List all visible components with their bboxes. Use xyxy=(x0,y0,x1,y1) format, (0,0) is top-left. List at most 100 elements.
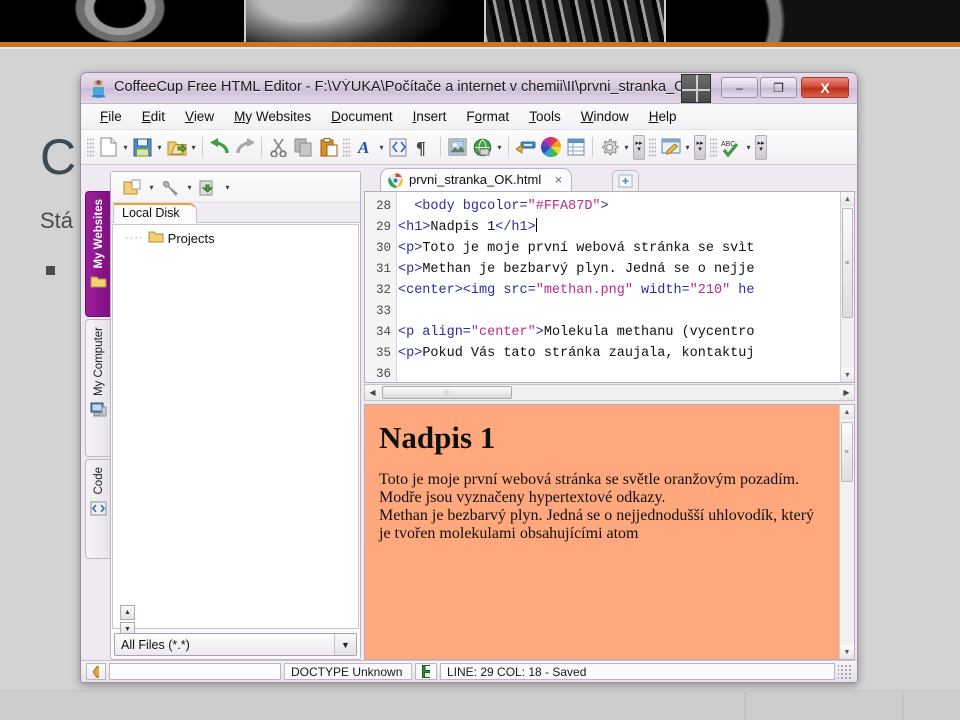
menu-item-document[interactable]: Document xyxy=(321,107,403,126)
scroll-up-icon[interactable]: ▲ xyxy=(841,192,854,206)
close-icon[interactable]: × xyxy=(555,172,563,187)
open-project-icon[interactable] xyxy=(120,175,145,200)
code-editor[interactable]: 28 29 30 31 32 33 34 35 36 <body bgcolor… xyxy=(364,191,855,383)
cut-icon[interactable] xyxy=(266,135,291,160)
menu-item-view[interactable]: View xyxy=(175,107,224,126)
scrollbar-thumb[interactable]: ≡ xyxy=(841,422,853,482)
line-number: 29 xyxy=(375,220,391,234)
toolbar-overflow-button[interactable]: ▸▸ ▾ xyxy=(755,134,767,160)
tools-wrench-icon[interactable] xyxy=(158,175,183,200)
menu-item-edit[interactable]: Edit xyxy=(132,107,175,126)
page-preview[interactable]: Nadpis 1 Toto je moje první webová strán… xyxy=(364,404,855,660)
toolbar-grip[interactable] xyxy=(649,136,656,158)
tree-item-projects[interactable]: ···· Projects xyxy=(113,225,358,246)
insert-link-icon[interactable] xyxy=(470,135,495,160)
toolbar-grip[interactable] xyxy=(710,136,717,158)
save-dropdown-icon[interactable]: ▾ xyxy=(155,135,164,160)
menu-item-format[interactable]: Format xyxy=(456,107,519,126)
file-filter-dropdown[interactable]: All Files (*.*) ▼ xyxy=(114,633,357,656)
scroll-right-icon[interactable]: ▶ xyxy=(839,385,854,400)
status-indicator-icon xyxy=(86,663,106,680)
insert-table-icon[interactable] xyxy=(563,135,588,160)
menu-item-tools[interactable]: Tools xyxy=(519,107,571,126)
new-page-icon[interactable] xyxy=(96,135,121,160)
code-line: <p>Toto je moje první webová stránka se … xyxy=(398,241,755,256)
settings-gear-icon[interactable] xyxy=(597,135,622,160)
slide-footer-divider-vertical xyxy=(902,692,904,720)
tab-local-disk[interactable]: Local Disk xyxy=(113,203,197,223)
sidebar-item-my-computer[interactable]: My Computer xyxy=(85,319,111,457)
menu-item-help[interactable]: Help xyxy=(639,107,687,126)
slide-accent-line-light xyxy=(0,47,960,49)
resize-grip[interactable] xyxy=(838,663,852,680)
code-cleanup-icon[interactable] xyxy=(386,135,411,160)
menu-item-my-websites[interactable]: My Websites xyxy=(224,107,321,126)
line-number: 30 xyxy=(375,241,391,255)
scroll-down-icon[interactable]: ▼ xyxy=(840,645,854,659)
save-icon[interactable] xyxy=(415,663,437,680)
sidebar-item-code[interactable]: Code xyxy=(85,459,111,559)
new-page-dropdown-icon[interactable]: ▾ xyxy=(121,135,130,160)
file-tree-scroll-up[interactable]: ▲ xyxy=(120,605,135,620)
color-wheel-icon[interactable] xyxy=(538,135,563,160)
insert-link-dropdown-icon[interactable]: ▾ xyxy=(495,135,504,160)
paste-icon[interactable] xyxy=(316,135,341,160)
copy-icon[interactable] xyxy=(291,135,316,160)
editor-vertical-scrollbar[interactable]: ▲ ≡ ▼ xyxy=(840,192,854,382)
close-button[interactable]: X xyxy=(801,77,849,98)
line-number-gutter: 28 29 30 31 32 33 34 35 36 xyxy=(365,192,397,382)
tools-dropdown-icon[interactable]: ▾ xyxy=(185,175,194,200)
toolbar-separator xyxy=(261,137,262,157)
font-dropdown-icon[interactable]: ▾ xyxy=(377,135,386,160)
scrollbar-thumb[interactable]: ≡ xyxy=(842,208,853,318)
preview-paragraph: Toto je moje první webová stránka se svě… xyxy=(379,471,800,506)
file-tree[interactable]: ···· Projects xyxy=(112,224,359,629)
settings-dropdown-icon[interactable]: ▾ xyxy=(622,135,631,160)
font-icon[interactable]: A xyxy=(352,135,377,160)
chevron-down-icon[interactable]: ▼ xyxy=(334,634,356,655)
sidebar-item-label: My Websites xyxy=(92,199,105,269)
spellcheck-icon[interactable]: ABC xyxy=(719,135,744,160)
maximize-button[interactable]: ❐ xyxy=(760,77,797,98)
menu-item-window[interactable]: Window xyxy=(571,107,639,126)
insert-image-icon[interactable] xyxy=(445,135,470,160)
preview-vertical-scrollbar[interactable]: ▲ ≡ ▼ xyxy=(839,405,854,659)
anchor-icon[interactable] xyxy=(513,135,538,160)
toolbar-grip[interactable] xyxy=(87,136,94,158)
new-tab-button[interactable] xyxy=(612,170,639,191)
code-icon xyxy=(90,501,107,521)
upload-icon[interactable] xyxy=(196,175,221,200)
code-line: <body bgcolor="#FFA87D"> xyxy=(414,199,609,214)
undo-icon[interactable] xyxy=(207,135,232,160)
toolbar-grip[interactable] xyxy=(343,136,350,158)
minimize-button[interactable]: – xyxy=(721,77,758,98)
code-line: <p>Pokud Vás tato stránka zaujala, konta… xyxy=(398,346,755,361)
open-folder-dropdown-icon[interactable]: ▾ xyxy=(189,135,198,160)
redo-icon[interactable] xyxy=(232,135,257,160)
scroll-left-icon[interactable]: ◀ xyxy=(365,385,380,400)
toolbar-overflow-button[interactable]: ▸▸ ▾ xyxy=(633,134,645,160)
upload-dropdown-icon[interactable]: ▾ xyxy=(223,175,232,200)
save-icon[interactable] xyxy=(130,135,155,160)
document-tab[interactable]: prvni_stranka_OK.html × xyxy=(380,168,573,191)
close-icon: X xyxy=(820,79,830,96)
scrollbar-thumb[interactable]: ⦙⦙ xyxy=(382,386,512,399)
menu-item-file[interactable]: File xyxy=(90,107,132,126)
open-folder-icon[interactable] xyxy=(164,135,189,160)
preview-edit-icon[interactable] xyxy=(658,135,683,160)
scroll-down-icon[interactable]: ▼ xyxy=(841,368,854,382)
scroll-up-icon[interactable]: ▲ xyxy=(840,405,854,419)
menu-item-insert[interactable]: Insert xyxy=(403,107,457,126)
file-filter-value: All Files (*.*) xyxy=(121,637,190,652)
preview-edit-dropdown-icon[interactable]: ▾ xyxy=(683,135,692,160)
editor-horizontal-scrollbar[interactable]: ◀ ⦙⦙ ▶ xyxy=(364,384,855,401)
toolbar-overflow-button[interactable]: ▸▸ ▾ xyxy=(694,134,706,160)
window-title-bar[interactable]: CoffeeCup Free HTML Editor - F:\VÝUKA\Po… xyxy=(81,73,857,104)
spellcheck-dropdown-icon[interactable]: ▾ xyxy=(744,135,753,160)
toolbar-separator xyxy=(440,137,441,157)
file-browser-panel: ▾ ▾ ▾ Local Disk ···· Projects ▲ ▼ All F… xyxy=(110,171,361,660)
code-text[interactable]: <body bgcolor="#FFA87D"> <h1>Nadpis 1</h1… xyxy=(398,192,840,382)
open-project-dropdown-icon[interactable]: ▾ xyxy=(147,175,156,200)
paragraph-mark-icon[interactable]: ¶ xyxy=(411,135,436,160)
sidebar-item-my-websites[interactable]: My Websites xyxy=(85,191,111,317)
